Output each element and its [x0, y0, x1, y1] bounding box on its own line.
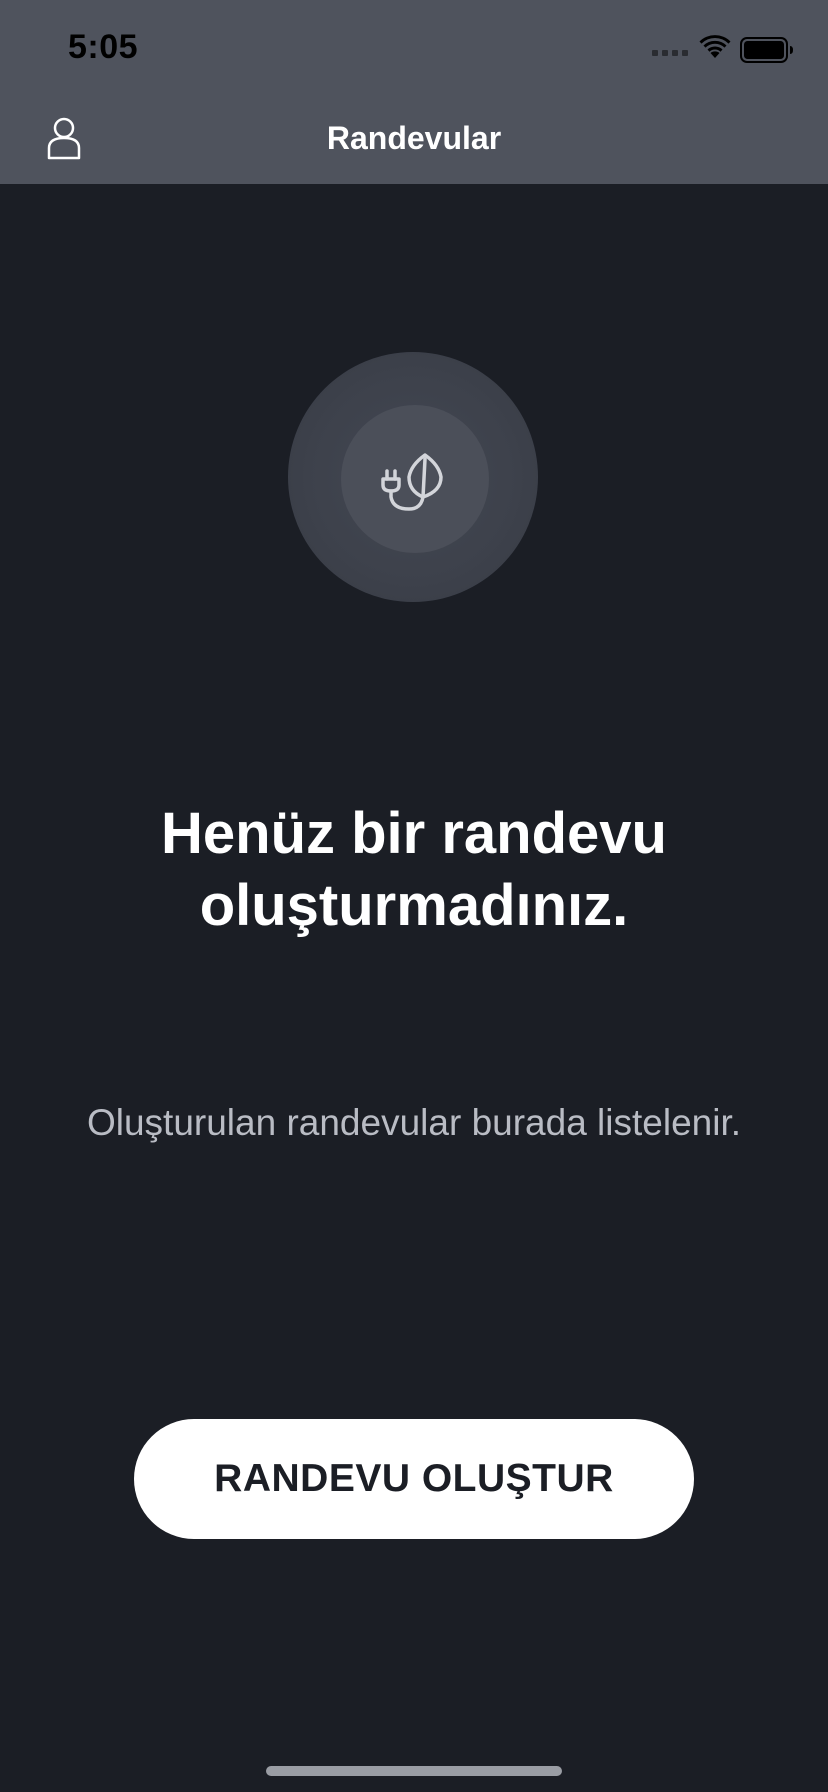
empty-state-subtitle: Oluşturulan randevular burada listelenir… [86, 1102, 742, 1143]
empty-state-title: Henüz bir randevu oluşturmadınız. [0, 798, 828, 942]
nav-bar: Randevular [0, 88, 828, 184]
empty-state-title-line-1: Henüz bir randevu [161, 801, 667, 866]
page-title: Randevular [326, 120, 502, 156]
status-bar: 5:05 [0, 0, 828, 88]
empty-state-illustration [288, 352, 538, 602]
empty-state-icon-circle [341, 405, 489, 553]
home-indicator[interactable] [266, 1766, 562, 1776]
signal-icon [652, 50, 688, 56]
plug-leaf-icon [381, 453, 443, 511]
status-time: 5:05 [68, 28, 139, 66]
battery-icon [740, 37, 793, 63]
empty-state-title-line-2: oluşturmadınız. [199, 873, 629, 938]
wifi-icon [699, 35, 731, 58]
create-appointment-button[interactable]: RANDEVU OLUŞTUR [134, 1419, 694, 1539]
